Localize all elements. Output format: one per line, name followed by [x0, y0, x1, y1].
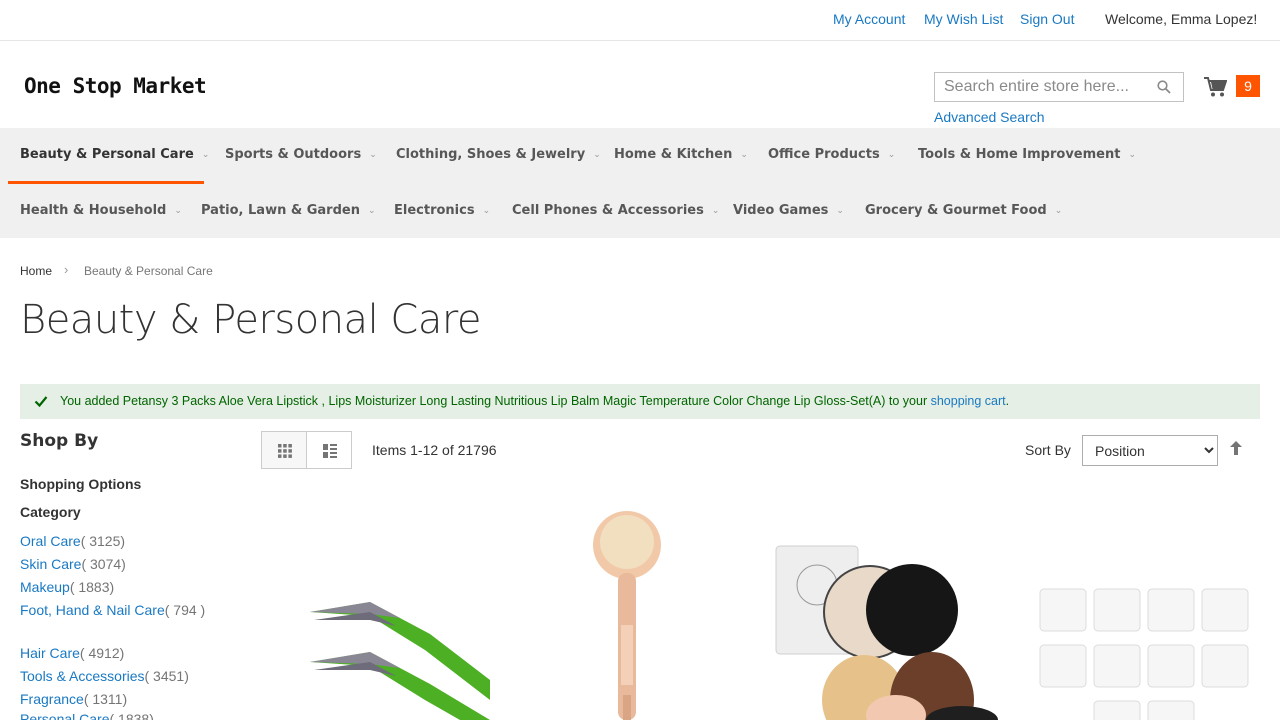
list-view-icon [323, 444, 337, 458]
search-input[interactable] [935, 73, 1145, 101]
nav-label: Sports & Outdoors [225, 147, 362, 162]
top-header-bar: My Account My Wish List Sign Out Welcome… [0, 0, 1280, 41]
category-link-personal-care[interactable]: Personal Care [20, 711, 110, 720]
category-link-fragrance[interactable]: Fragrance [20, 691, 84, 707]
nav-label: Beauty & Personal Care [20, 147, 194, 162]
chevron-down-icon: ⌄ [593, 150, 601, 160]
chevron-down-icon: ⌄ [201, 150, 210, 160]
category-count: ( 4912) [79, 645, 125, 661]
category-count: ( 1311) [83, 691, 128, 707]
advanced-search-link[interactable]: Advanced Search [934, 109, 1045, 125]
shopping-options-heading: Shopping Options [20, 476, 142, 492]
success-message-text: You added Petansy 3 Packs Aloe Vera Lips… [60, 394, 1009, 408]
nav-office-products[interactable]: Office Products ⌄ [768, 147, 895, 162]
category-item: Fragrance( 1311) [20, 689, 210, 709]
category-count: ( 3451) [144, 668, 189, 684]
nav-video-games[interactable]: Video Games ⌄ [733, 203, 844, 218]
nav-label: Electronics [394, 203, 475, 218]
nav-home-kitchen[interactable]: Home & Kitchen ⌄ [614, 147, 748, 162]
category-item: Hair Care( 4912) [20, 643, 210, 663]
sort-by-label: Sort By [1025, 442, 1071, 458]
breadcrumb-home[interactable]: Home [20, 264, 52, 278]
chevron-down-icon: ⌄ [369, 150, 377, 160]
chevron-down-icon: ⌄ [1054, 206, 1063, 216]
sort-by-select[interactable]: Position [1082, 435, 1218, 466]
grid-view-button[interactable] [261, 431, 307, 469]
chevron-down-icon: ⌄ [836, 206, 844, 216]
category-count: ( 3125) [80, 533, 126, 549]
nav-label: Cell Phones & Accessories [512, 203, 704, 218]
my-account-link[interactable]: My Account [833, 11, 905, 27]
message-body: You added Petansy 3 Packs Aloe Vera Lips… [60, 394, 931, 408]
nav-label: Video Games [733, 203, 829, 218]
nav-electronics[interactable]: Electronics ⌄ [394, 203, 490, 218]
chevron-down-icon: ⌄ [1128, 150, 1136, 160]
category-item: Skin Care( 3074) [20, 554, 210, 574]
message-end: . [1005, 394, 1010, 408]
list-view-button[interactable] [306, 431, 352, 469]
nav-label: Patio, Lawn & Garden [201, 203, 360, 218]
nav-sports-outdoors[interactable]: Sports & Outdoors ⌄ [225, 147, 377, 162]
page-title: Beauty & Personal Care [20, 297, 482, 343]
face-brush-product-image[interactable] [585, 505, 670, 720]
nav-tools-home-improvement[interactable]: Tools & Home Improvement ⌄ [918, 147, 1136, 162]
store-logo[interactable]: One Stop Market [24, 74, 207, 98]
shopping-cart-link[interactable]: shopping cart [931, 394, 1006, 408]
category-item: Foot, Hand & Nail Care( 794 ) [20, 600, 210, 620]
category-link-tools-accessories[interactable]: Tools & Accessories [20, 668, 145, 684]
chevron-down-icon: ⌄ [740, 150, 748, 160]
sign-out-link[interactable]: Sign Out [1020, 11, 1074, 27]
chevron-down-icon: ⌄ [711, 206, 720, 216]
category-link-hair-care[interactable]: Hair Care [20, 645, 80, 661]
nav-label: Health & Household [20, 203, 167, 218]
breadcrumb-current: Beauty & Personal Care [84, 264, 213, 278]
nav-patio-lawn-garden[interactable]: Patio, Lawn & Garden ⌄ [201, 203, 376, 218]
nav-grocery-gourmet-food[interactable]: Grocery & Gourmet Food ⌄ [865, 203, 1062, 218]
nav-label: Clothing, Shoes & Jewelry [396, 147, 586, 162]
nav-label: Tools & Home Improvement [918, 147, 1121, 162]
breadcrumb-separator-icon: › [64, 262, 69, 277]
shopping-cart-icon[interactable] [1203, 76, 1227, 98]
makeup-remover-pads-product-image[interactable] [772, 540, 1007, 720]
active-nav-indicator [8, 181, 204, 184]
nav-cell-phones-accessories[interactable]: Cell Phones & Accessories ⌄ [512, 203, 719, 218]
category-item: Makeup( 1883) [20, 577, 210, 597]
category-count: ( 3074) [81, 556, 126, 572]
welcome-message: Welcome, Emma Lopez! [1105, 11, 1258, 27]
nav-beauty-personal-care[interactable]: Beauty & Personal Care ⌄ [20, 147, 209, 162]
category-item: Tools & Accessories( 3451) [20, 666, 210, 686]
items-count: Items 1-12 of 21796 [372, 442, 497, 458]
category-item: Personal Care( 1838) [20, 709, 210, 720]
nav-label: Home & Kitchen [614, 147, 733, 162]
category-link-skin-care[interactable]: Skin Care [20, 556, 81, 572]
cart-count-badge[interactable]: 9 [1236, 75, 1260, 97]
chevron-down-icon: ⌄ [887, 150, 896, 160]
chevron-down-icon: ⌄ [482, 206, 491, 216]
empty-jars-product-image[interactable] [1038, 585, 1252, 720]
category-link-foot-hand-nail-care[interactable]: Foot, Hand & Nail Care [20, 602, 165, 618]
nav-clothing-shoes-jewelry[interactable]: Clothing, Shoes & Jewelry ⌄ [396, 147, 601, 162]
grid-view-icon [278, 444, 292, 458]
category-link-makeup[interactable]: Makeup [20, 579, 70, 595]
search-icon[interactable] [1157, 80, 1171, 94]
tweezers-product-image[interactable] [300, 590, 495, 720]
chevron-down-icon: ⌄ [174, 206, 182, 216]
category-count: ( 1838) [109, 711, 154, 720]
category-link-oral-care[interactable]: Oral Care [20, 533, 81, 549]
shop-by-heading: Shop By [20, 431, 99, 451]
search-box [934, 72, 1184, 102]
chevron-down-icon: ⌄ [367, 206, 376, 216]
arrow-up-icon[interactable] [1229, 440, 1243, 456]
category-filter-title[interactable]: Category [20, 504, 81, 520]
category-item: Oral Care( 3125) [20, 531, 210, 551]
category-count: ( 1883) [69, 579, 115, 595]
category-count: ( 794 ) [164, 602, 206, 618]
checkmark-icon [34, 396, 48, 408]
nav-health-household[interactable]: Health & Household ⌄ [20, 203, 182, 218]
nav-label: Grocery & Gourmet Food [865, 203, 1047, 218]
my-wish-list-link[interactable]: My Wish List [924, 11, 1003, 27]
nav-label: Office Products [768, 147, 880, 162]
success-message: You added Petansy 3 Packs Aloe Vera Lips… [20, 384, 1260, 419]
